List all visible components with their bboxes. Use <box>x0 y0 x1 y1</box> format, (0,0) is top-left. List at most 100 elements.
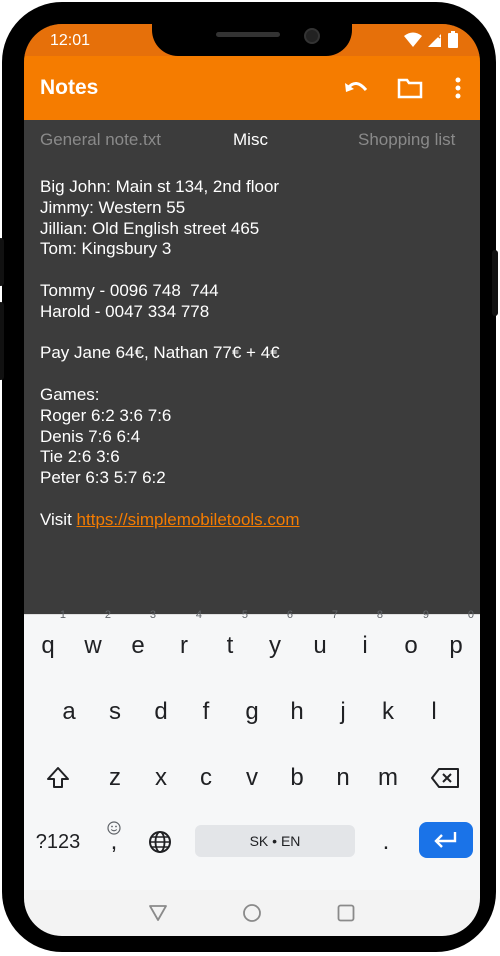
note-line: Roger 6:2 3:6 7:6 <box>40 405 172 425</box>
key-label: i <box>362 632 368 659</box>
emoji-icon <box>107 821 121 835</box>
key-v[interactable]: v <box>232 755 272 801</box>
comma-key[interactable]: , <box>94 819 134 865</box>
key-m[interactable]: m <box>368 755 408 801</box>
note-line: Peter 6:3 5:7 6:2 <box>40 468 166 488</box>
app-title: Notes <box>40 76 99 99</box>
key-hint: 6 <box>286 609 293 621</box>
volume-down-button <box>0 302 4 380</box>
key-b[interactable]: b <box>277 755 317 801</box>
key-hint: 3 <box>149 609 156 621</box>
tab-misc[interactable]: Misc <box>233 130 268 150</box>
period-key[interactable]: . <box>366 819 406 865</box>
screen: 12:01 Notes General note.txt Misc Shoppi… <box>24 24 480 936</box>
note-line <box>40 489 460 510</box>
key-z[interactable]: z <box>95 755 135 801</box>
tab-shopping-list[interactable]: Shopping list <box>358 130 455 150</box>
key-y[interactable]: y6 <box>255 609 295 669</box>
key-label: e <box>131 632 145 659</box>
earpiece-speaker <box>216 32 280 37</box>
volume-up-button <box>0 238 4 286</box>
globe-icon <box>149 831 171 853</box>
key-e[interactable]: e3 <box>118 609 158 669</box>
key-hint: 9 <box>422 609 429 621</box>
backspace-key[interactable] <box>422 755 468 801</box>
visit-label: Visit <box>40 509 77 529</box>
enter-key[interactable] <box>419 822 473 858</box>
note-tabs: General note.txt Misc Shopping list <box>24 120 480 162</box>
symbols-key[interactable]: ?123 <box>32 819 84 865</box>
key-label: r <box>180 632 188 659</box>
key-label: y <box>269 632 281 659</box>
note-line: Tie 2:6 3:6 <box>40 447 120 467</box>
note-line: Pay Jane 64€, Nathan 77€ + 4€ <box>40 343 280 363</box>
key-x[interactable]: x <box>141 755 181 801</box>
key-hint: 1 <box>59 609 66 621</box>
shift-icon <box>47 767 69 788</box>
key-hint: 4 <box>195 609 202 621</box>
note-line: Big John: Main st 134, 2nd floor <box>40 177 280 196</box>
key-d[interactable]: d <box>141 689 181 735</box>
key-a[interactable]: a <box>49 689 89 735</box>
key-label: o <box>404 632 418 659</box>
signal-icon <box>428 32 441 47</box>
key-h[interactable]: h <box>277 689 317 735</box>
soft-keyboard: q1 w2 e3 r4 t5 y6 u7 i8 o9 p0 a s d f g … <box>24 609 480 891</box>
key-s[interactable]: s <box>95 689 135 735</box>
shift-key[interactable] <box>38 755 78 801</box>
key-u[interactable]: u7 <box>300 609 340 669</box>
key-j[interactable]: j <box>323 689 363 735</box>
note-line: Games: <box>40 384 100 404</box>
power-button <box>492 250 498 316</box>
note-visit-line: Visit https://simplemobiletools.com <box>40 510 460 531</box>
folder-icon[interactable] <box>396 74 424 102</box>
note-line <box>40 364 460 385</box>
camera-notch <box>152 24 352 56</box>
wifi-icon <box>404 32 422 47</box>
key-n[interactable]: n <box>323 755 363 801</box>
tab-general-note[interactable]: General note.txt <box>40 130 161 150</box>
key-r[interactable]: r4 <box>164 609 204 669</box>
key-hint: 0 <box>467 609 474 621</box>
note-text-area[interactable]: Big John: Main st 134, 2nd floor Jimmy: … <box>40 177 460 531</box>
space-bar[interactable]: SK • EN <box>195 825 355 857</box>
key-label: p <box>449 632 463 659</box>
more-vert-icon[interactable] <box>444 74 472 102</box>
note-line: Tommy - 0096 748 744 <box>40 280 219 300</box>
key-hint: 2 <box>104 609 111 621</box>
status-bar: 12:01 <box>24 24 480 56</box>
key-w[interactable]: w2 <box>73 609 113 669</box>
note-line: Jimmy: Western 55 <box>40 197 186 217</box>
nav-back-icon[interactable] <box>148 904 168 922</box>
website-link[interactable]: https://simplemobiletools.com <box>77 510 300 529</box>
undo-icon[interactable] <box>342 74 370 102</box>
key-p[interactable]: p0 <box>436 609 476 669</box>
note-line: Denis 7:6 6:4 <box>40 426 141 446</box>
phone-frame: 12:01 Notes General note.txt Misc Shoppi… <box>0 2 498 952</box>
status-time: 12:01 <box>50 32 91 49</box>
key-g[interactable]: g <box>232 689 272 735</box>
key-o[interactable]: o9 <box>391 609 431 669</box>
note-line <box>40 323 460 344</box>
key-q[interactable]: q1 <box>28 609 68 669</box>
key-i[interactable]: i8 <box>345 609 385 669</box>
system-nav-bar <box>24 890 480 936</box>
key-t[interactable]: t5 <box>210 609 250 669</box>
note-line: Jillian: Old English street 465 <box>40 218 260 238</box>
language-key[interactable] <box>140 819 180 865</box>
note-line <box>40 260 460 281</box>
front-camera <box>304 28 320 44</box>
nav-recents-icon[interactable] <box>337 904 355 922</box>
key-c[interactable]: c <box>186 755 226 801</box>
key-hint: 7 <box>331 609 338 621</box>
enter-icon <box>434 832 457 848</box>
key-f[interactable]: f <box>186 689 226 735</box>
key-hint: 5 <box>241 609 248 621</box>
nav-home-icon[interactable] <box>242 903 262 923</box>
key-label: u <box>313 632 327 659</box>
note-line: Tom: Kingsbury 3 <box>40 239 172 259</box>
key-l[interactable]: l <box>414 689 454 735</box>
key-k[interactable]: k <box>368 689 408 735</box>
app-toolbar: Notes <box>24 56 480 120</box>
battery-icon <box>448 31 458 48</box>
